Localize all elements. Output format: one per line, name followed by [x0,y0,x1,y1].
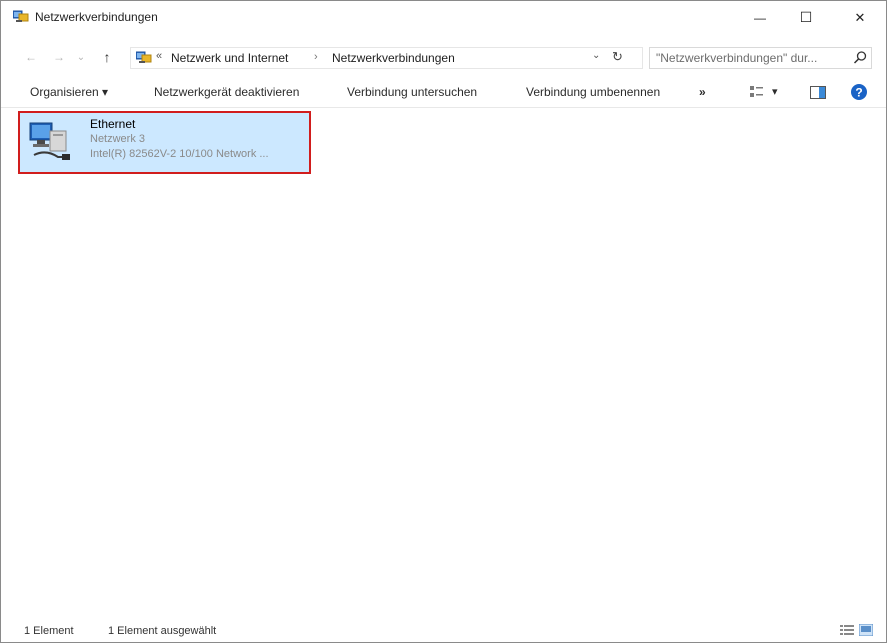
details-view-icon[interactable] [840,624,854,636]
status-item-count: 1 Element [24,625,74,637]
title-bar[interactable]: Netzwerkverbindungen — ☐ ✕ [1,1,886,34]
address-dropdown-icon[interactable]: ⌄ [592,50,600,61]
diagnose-connection-button[interactable]: Verbindung untersuchen [347,85,477,99]
chevron-down-icon: ⌄ [76,51,86,63]
breadcrumb-netzwerk-und-internet[interactable]: Netzwerk und Internet [171,51,288,65]
network-connections-icon [12,10,29,24]
minimize-button[interactable]: — [737,1,783,34]
address-field[interactable]: « Netzwerk und Internet › Netzwerkverbin… [130,47,643,69]
view-dropdown-icon[interactable]: ▾ [772,85,778,98]
svg-text:?: ? [855,86,862,100]
recent-locations-button[interactable]: ⌄ [73,49,89,65]
ethernet-adapter-icon [28,121,72,163]
explorer-window: Netzwerkverbindungen — ☐ ✕ ← → ⌄ ↑ « Net… [0,0,887,643]
status-selected-count: 1 Element ausgewählt [108,625,217,637]
close-button[interactable]: ✕ [837,1,883,34]
address-bar-row: ← → ⌄ ↑ « Netzwerk und Internet › Netzwe… [1,43,886,71]
minimize-icon: — [754,10,766,25]
organize-button[interactable]: Organisieren ▾ [30,85,108,99]
item-name: Ethernet [90,117,136,131]
search-field[interactable]: "Netzwerkverbindungen" dur... [649,47,872,69]
maximize-button[interactable]: ☐ [783,1,829,34]
forward-arrow-icon: → [53,50,65,64]
status-bar: 1 Element 1 Element ausgewählt [1,618,886,642]
command-bar: Organisieren ▾ Netzwerkgerät deaktiviere… [1,79,886,108]
maximize-icon: ☐ [799,9,813,25]
large-icons-view-icon[interactable] [858,623,874,637]
back-button[interactable]: ← [23,49,39,65]
up-arrow-icon: ↑ [103,49,111,65]
forward-button[interactable]: → [51,49,67,65]
close-icon: ✕ [854,9,866,25]
network-connections-icon [135,51,152,65]
change-view-icon[interactable] [749,84,765,103]
up-button[interactable]: ↑ [99,49,115,65]
item-adapter: Intel(R) 82562V-2 10/100 Network ... [90,148,269,160]
disable-device-button[interactable]: Netzwerkgerät deaktivieren [154,85,299,99]
back-arrow-icon: ← [25,50,37,64]
breadcrumb-separator-icon[interactable]: › [314,51,318,63]
breadcrumb-netzwerkverbindungen[interactable]: Netzwerkverbindungen [332,51,455,65]
more-commands-button[interactable]: » [699,85,706,99]
search-icon[interactable] [852,50,868,66]
window-title: Netzwerkverbindungen [35,10,158,24]
list-item-ethernet[interactable]: Ethernet Netzwerk 3 Intel(R) 82562V-2 10… [18,111,311,174]
file-list[interactable]: Ethernet Netzwerk 3 Intel(R) 82562V-2 10… [1,108,886,618]
rename-connection-button[interactable]: Verbindung umbenennen [526,85,660,99]
refresh-icon[interactable]: ↻ [612,49,623,65]
help-icon[interactable]: ? [850,83,868,104]
breadcrumb-overflow[interactable]: « [156,50,162,62]
item-network: Netzwerk 3 [90,133,146,145]
search-placeholder: "Netzwerkverbindungen" dur... [656,51,818,65]
preview-pane-icon[interactable] [810,86,826,102]
